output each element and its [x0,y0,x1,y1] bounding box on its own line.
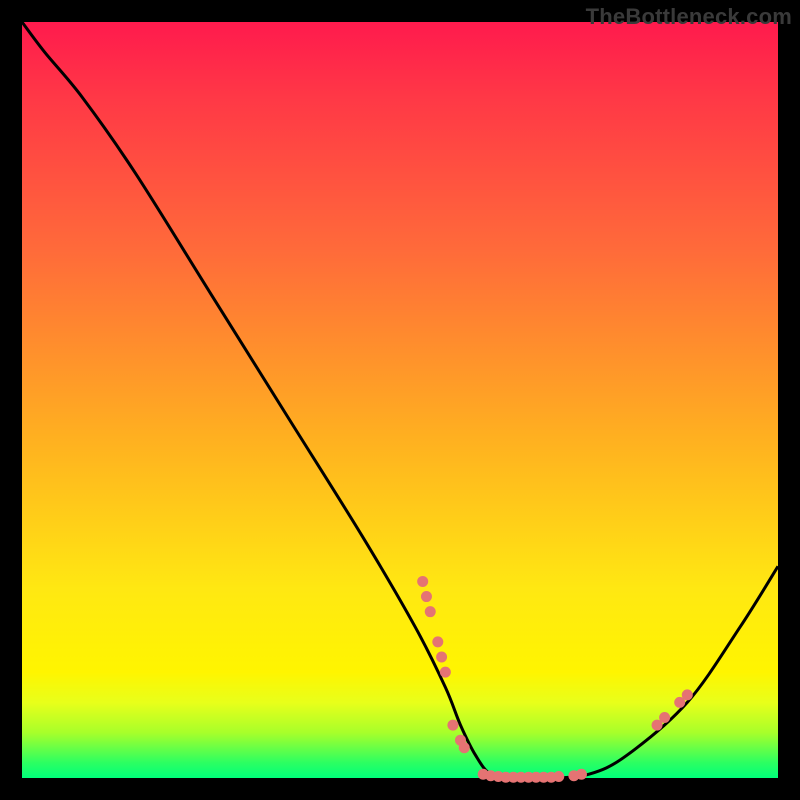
marker-point [659,712,670,723]
marker-point [436,652,447,663]
watermark-text: TheBottleneck.com [586,4,792,30]
plot-area [22,22,778,778]
marker-point [421,591,432,602]
marker-point [440,667,451,678]
marker-point [417,576,428,587]
curve-markers [417,576,693,783]
marker-point [425,606,436,617]
marker-point [432,636,443,647]
chart-container: TheBottleneck.com [0,0,800,800]
line-chart-svg [22,22,778,778]
marker-point [576,769,587,780]
marker-point [553,771,564,782]
marker-point [447,720,458,731]
marker-point [682,689,693,700]
bottleneck-curve [22,22,778,778]
marker-point [459,742,470,753]
